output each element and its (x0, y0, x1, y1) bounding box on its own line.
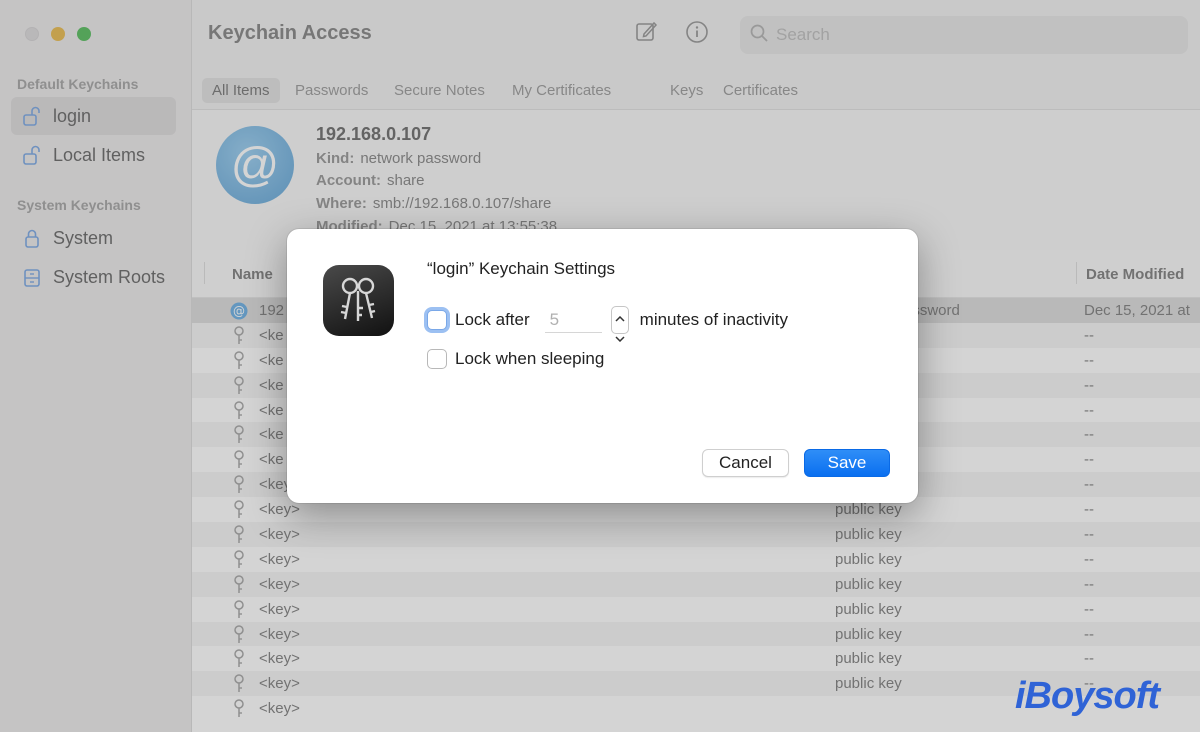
watermark-logo: iBoysoft (1015, 675, 1160, 717)
lock-when-sleeping-label: Lock when sleeping (455, 349, 605, 368)
lock-after-checkbox[interactable] (427, 310, 447, 330)
lock-sleep-row: Lock when sleeping (427, 349, 604, 369)
keychain-keys-icon (323, 265, 394, 336)
minutes-stepper[interactable] (610, 306, 629, 343)
keychain-window: Default Keychains login Local Items Syst… (0, 0, 1200, 732)
keychain-settings-dialog: “login” Keychain Settings Lock after min… (287, 229, 918, 503)
dialog-title: “login” Keychain Settings (427, 259, 616, 278)
minutes-of-inactivity-label: minutes of inactivity (639, 310, 788, 329)
chevron-up-icon[interactable] (615, 307, 625, 327)
chevron-down-icon[interactable] (615, 327, 625, 347)
save-button[interactable]: Save (804, 449, 890, 477)
lock-when-sleeping-checkbox[interactable] (427, 349, 447, 369)
lock-after-row: Lock after minutes of inactivity (427, 306, 788, 343)
lock-after-label: Lock after (455, 310, 530, 329)
minutes-input[interactable] (544, 307, 602, 333)
cancel-button[interactable]: Cancel (702, 449, 789, 477)
